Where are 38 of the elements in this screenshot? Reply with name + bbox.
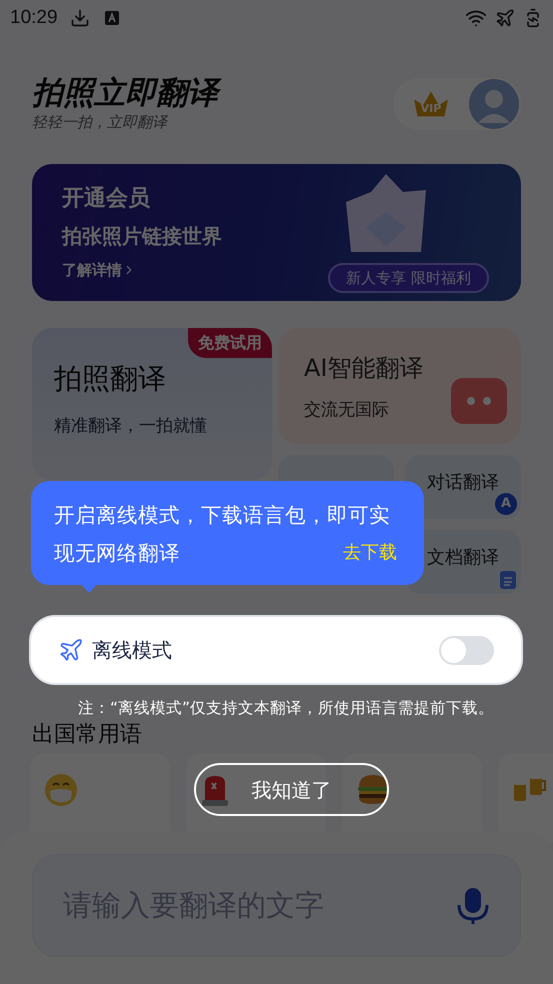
offline-note: 注：“离线模式”仅支持文本翻译，所使用语言需提前下载。 [78,698,494,719]
vip-pill[interactable]: VIP [393,78,521,130]
section-title: 出国常用语 [32,722,142,747]
promo-badge[interactable]: 新人专享 限时福利 [328,263,489,293]
details-link[interactable]: 了解详情 [62,259,122,282]
chat-bubble-icon [449,376,509,426]
banner-title: 开通会员 [62,185,150,213]
download-link[interactable]: 去下载 [343,534,397,572]
offline-mode-switch[interactable] [439,636,494,664]
crown-icon [413,90,449,118]
offline-mode-label: 离线模式 [92,637,172,664]
app-subtitle: 轻轻一拍，立即翻译 [32,112,170,133]
card-subtitle: 交流无国际 [304,399,389,422]
mask-face-icon [44,773,78,807]
siren-icon [200,773,230,807]
membership-banner[interactable]: 开通会员 拍张照片链接世界 了解详情 新人专享 限时福利 [32,164,521,301]
card-subtitle: 精准翻译，一拍就懂 [54,415,208,438]
tooltip-text: 开启离线模式，下载语言包，即可实现无网络翻译 去下载 [54,496,401,572]
ai-translate-card[interactable]: AI智能翻译 交流无国际 [278,328,521,444]
photo-translate-card[interactable]: 免费试用 拍照翻译 精准翻译，一拍就懂 [32,328,272,480]
keyboard-letter-icon [104,10,120,26]
status-time: 10:29 [10,6,58,30]
tool-card[interactable]: 对话翻译 A [405,455,521,519]
free-trial-badge: 免费试用 [188,328,272,358]
letter-badge-icon: A [495,493,517,515]
banner-subtitle: 拍张照片链接世界 [62,223,222,250]
vip-label: VIP [420,100,442,116]
tool-label: 对话翻译 [427,471,499,495]
airplane-icon [58,637,84,663]
avatar[interactable] [469,79,519,129]
got-it-button[interactable]: 我知道了 [194,763,389,816]
airplane-icon [495,8,515,28]
download-icon [70,8,90,28]
microphone-icon[interactable] [456,886,490,924]
document-icon [499,570,517,590]
tool-label: 文档翻译 [427,546,499,570]
card-title: 拍照翻译 [54,361,167,397]
card-title: AI智能翻译 [304,353,424,384]
